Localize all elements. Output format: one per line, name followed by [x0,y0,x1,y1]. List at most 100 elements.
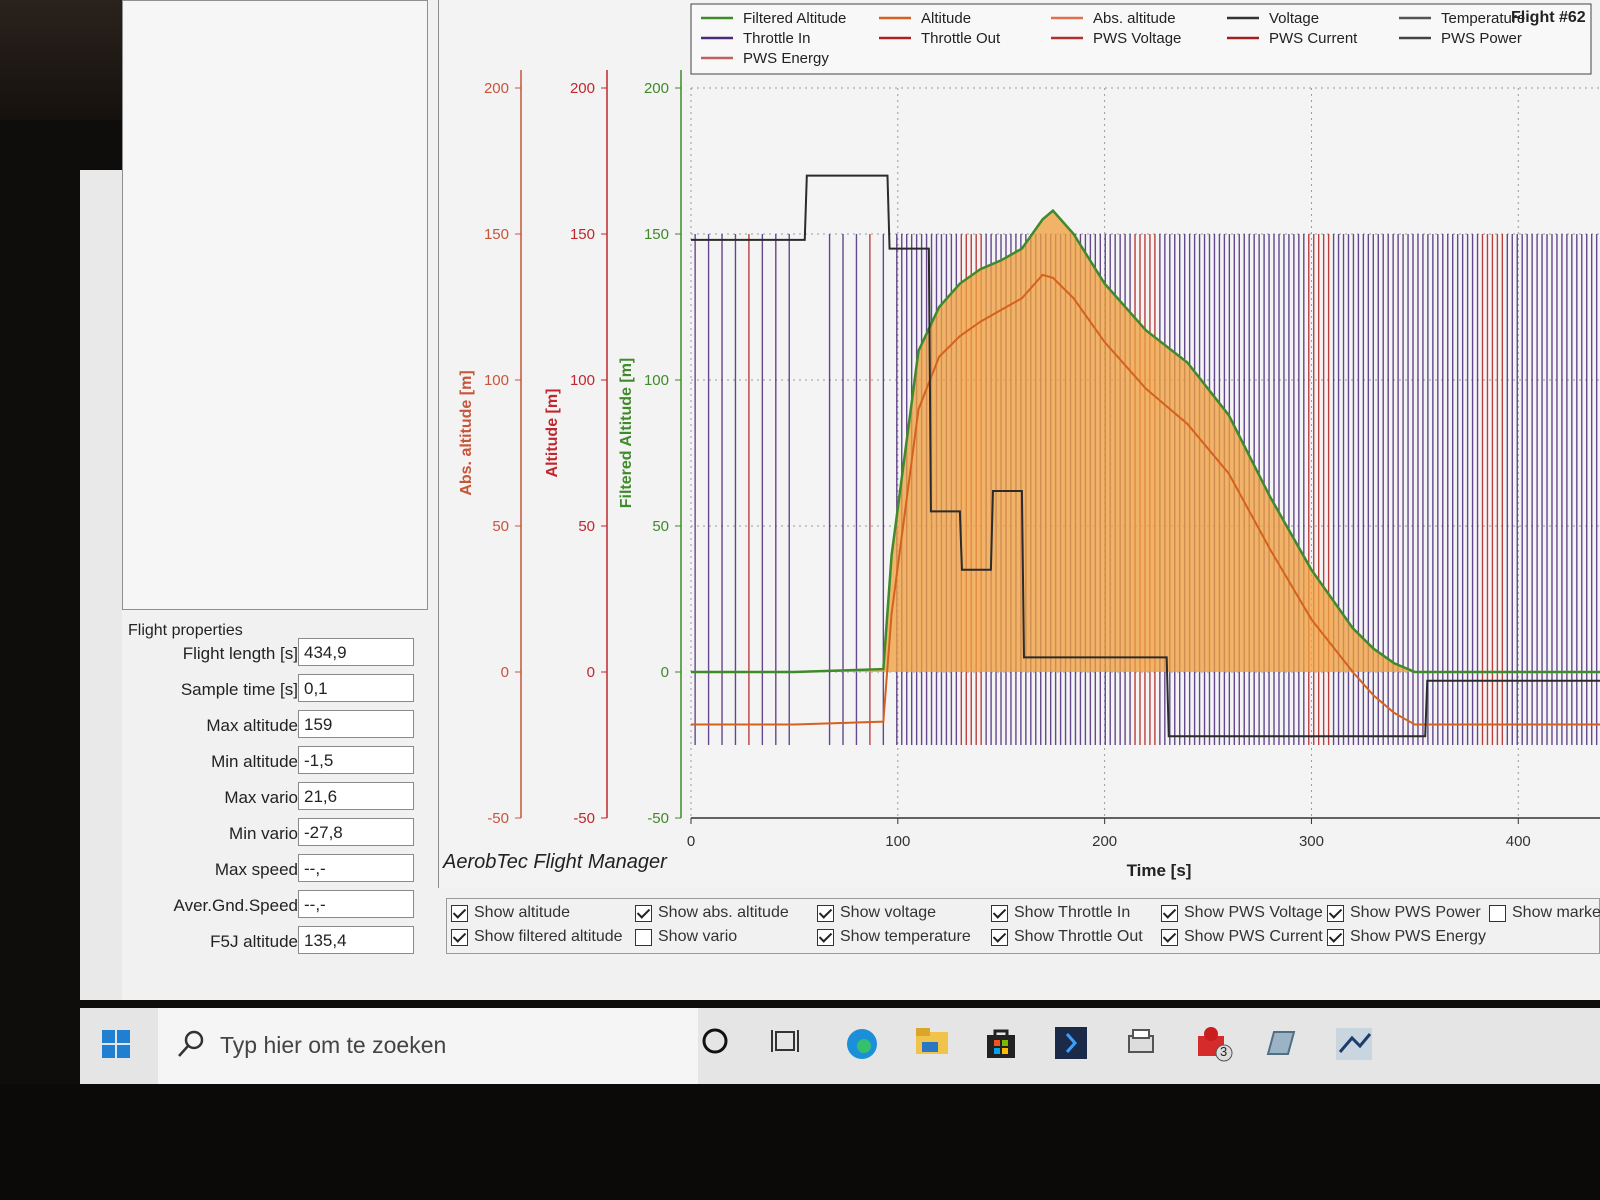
search-placeholder: Typ hier om te zoeken [220,1032,447,1058]
show-altitude-checkbox[interactable]: Show altitude [451,903,570,923]
legend-entry: PWS Energy [743,50,829,67]
max-altitude-field[interactable]: 159 [298,710,414,738]
show-vario-checkbox[interactable]: Show vario [635,927,737,947]
min-altitude-field[interactable]: -1,5 [298,746,414,774]
checkbox-box[interactable] [1327,904,1344,922]
show-abs-altitude-checkbox[interactable]: Show abs. altitude [635,903,789,923]
notification-badge: 3 [1220,1044,1228,1059]
file-explorer-icon[interactable] [914,1026,950,1062]
abs-altitude-axis-tick-label: -50 [487,810,509,827]
app-icon[interactable] [1054,1026,1090,1062]
checkbox-box[interactable] [635,904,652,922]
show-pws-current-checkbox[interactable]: Show PWS Current [1161,927,1323,947]
checkbox-label: Show markers [1512,904,1600,921]
chart-panel: 0 100 200 300 400 Time [s] 200 150 100 50 0 -50 Abs.… [438,0,1600,888]
edge-browser-icon[interactable] [844,1026,880,1062]
show-markers-checkbox[interactable]: Show markers [1489,903,1600,923]
show-pws-power-checkbox[interactable]: Show PWS Power [1327,903,1481,923]
prop-row-max-altitude: Max altitude 159 [128,710,428,740]
show-pws-voltage-checkbox[interactable]: Show PWS Voltage [1161,903,1323,923]
checkbox-label: Show PWS Power [1350,904,1481,921]
windows-start-icon[interactable] [102,1030,132,1060]
checkbox-box[interactable] [991,928,1008,946]
altitude-axis-title: Altitude [m] [544,389,561,478]
checkbox-box[interactable] [451,904,468,922]
x-tick-label: 0 [687,833,695,850]
chart-title: Flight #62 [1511,9,1586,26]
show-temperature-checkbox[interactable]: Show temperature [817,927,971,947]
show-pws-energy-checkbox[interactable]: Show PWS Energy [1327,927,1486,947]
altitude-axis-tick-label: 200 [570,80,595,97]
altitude-axis-tick-label: 150 [570,226,595,243]
printer-app-icon[interactable] [1124,1026,1160,1062]
max-speed-field[interactable]: --,- [298,854,414,882]
aver-gnd-speed-field[interactable]: --,- [298,890,414,918]
checkbox-box[interactable] [817,928,834,946]
flight-length-field[interactable]: 434,9 [298,638,414,666]
sample-time-field[interactable]: 0,1 [298,674,414,702]
max-vario-field[interactable]: 21,6 [298,782,414,810]
show-throttle-out-checkbox[interactable]: Show Throttle Out [991,927,1143,947]
x-tick-label: 200 [1092,833,1117,850]
show-throttle-in-checkbox[interactable]: Show Throttle In [991,903,1130,923]
abs-altitude-axis-tick-label: 100 [484,372,509,389]
checkbox-label: Show Throttle In [1014,904,1131,921]
prop-label: Aver.Gnd.Speed [173,896,298,915]
filtered-altitude-axis-tick-label: 0 [661,664,669,681]
prop-row-min-altitude: Min altitude -1,5 [128,746,428,776]
checkbox-label: Show temperature [840,928,971,945]
prop-label: Max altitude [206,716,298,735]
map-panel [122,0,428,610]
checkbox-box[interactable] [1161,904,1178,922]
prop-label: Max vario [224,788,298,807]
checkbox-box[interactable] [451,928,468,946]
abs-altitude-axis-tick-label: 0 [501,664,509,681]
prop-label: Sample time [s] [180,680,298,699]
checkbox-label: Show filtered altitude [474,928,623,945]
cortana-icon[interactable] [700,1026,736,1062]
prop-row-max-vario: Max vario 21,6 [128,782,428,812]
filtered-altitude-axis-title: Filtered Altitude [m] [618,358,635,509]
filtered-altitude-axis-tick-label: 50 [652,518,669,535]
legend-entry: Abs. altitude [1093,10,1176,27]
x-tick-label: 100 [885,833,910,850]
checkbox-box[interactable] [991,904,1008,922]
legend-entry: Voltage [1269,10,1319,27]
flight-chart[interactable]: 0 100 200 300 400 Time [s] 200 150 100 50 0 -50 Abs.… [439,0,1600,888]
series-options: Show altitude Show filtered altitude Sho… [446,898,1600,954]
prop-row-aver-gnd-speed: Aver.Gnd.Speed --,- [128,890,428,920]
prop-label: F5J altitude [210,932,298,951]
legend-entry: Altitude [921,10,971,27]
checkbox-label: Show PWS Current [1184,928,1323,945]
show-voltage-checkbox[interactable]: Show voltage [817,903,936,923]
abs-altitude-axis-tick-label: 200 [484,80,509,97]
flight-manager-app-icon[interactable] [1334,1026,1372,1062]
taskbar: Typ hier om te zoeken 3 [80,1008,1600,1084]
taskbar-search[interactable]: Typ hier om te zoeken [158,1008,698,1084]
altitude-axis-tick-label: -50 [573,810,595,827]
calculator-app-icon[interactable] [1264,1026,1300,1062]
task-view-icon[interactable] [770,1026,806,1062]
f5j-altitude-field[interactable]: 135,4 [298,926,414,954]
x-tick-label: 300 [1299,833,1324,850]
checkbox-box[interactable] [1327,928,1344,946]
checkbox-box[interactable] [817,904,834,922]
checkbox-label: Show PWS Voltage [1184,904,1323,921]
min-vario-field[interactable]: -27,8 [298,818,414,846]
legend-entry: Throttle In [743,30,811,47]
checkbox-box[interactable] [1161,928,1178,946]
checkbox-label: Show vario [658,928,738,945]
filtered-altitude-axis-tick-label: 200 [644,80,669,97]
checkbox-label: Show PWS Energy [1350,928,1487,945]
checkbox-box[interactable] [635,928,652,946]
monitor-bezel [0,0,130,120]
filtered-altitude-axis-tick-label: 150 [644,226,669,243]
x-tick-label: 400 [1506,833,1531,850]
store-icon[interactable] [984,1026,1020,1062]
legend-entry: PWS Voltage [1093,30,1181,47]
show-filtered-altitude-checkbox[interactable]: Show filtered altitude [451,927,623,947]
legend-entry: PWS Current [1269,30,1358,47]
prop-label: Min altitude [211,752,298,771]
legend-entry: Filtered Altitude [743,10,846,27]
checkbox-box[interactable] [1489,904,1506,922]
